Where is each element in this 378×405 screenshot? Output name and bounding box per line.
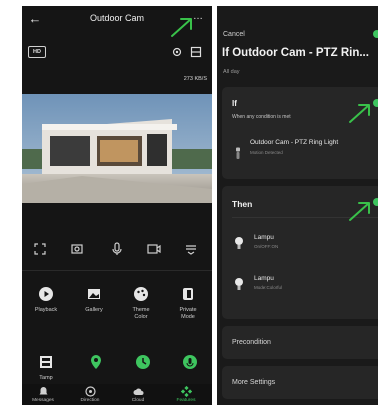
annotation-arrow xyxy=(171,18,192,37)
condition-title: Outdoor Cam - PTZ Ring Light xyxy=(250,139,339,146)
layout-icon[interactable] xyxy=(190,46,202,58)
feature-label: Theme Color xyxy=(132,307,150,320)
bulb-icon xyxy=(235,278,243,290)
fullscreen-icon[interactable] xyxy=(32,241,48,257)
location-pin-icon[interactable] xyxy=(88,354,104,370)
save-dot[interactable] xyxy=(373,30,378,38)
feature-label: Gallery xyxy=(85,307,103,313)
back-arrow-icon[interactable]: ← xyxy=(28,12,42,26)
nav-messages[interactable]: Messages xyxy=(24,386,62,403)
action-subtitle: Mode:Colorful xyxy=(254,285,283,290)
rule-title: If Outdoor Cam - PTZ Rin... xyxy=(222,47,369,59)
tamper-icon xyxy=(40,356,52,368)
action-title: Lampu xyxy=(254,275,274,282)
bell-icon xyxy=(39,387,47,395)
automation-screen: Cancel If Outdoor Cam - PTZ Rin... All d… xyxy=(217,6,378,405)
bottom-navigation: Messages Direction Cloud Features xyxy=(22,384,212,405)
nav-cloud[interactable]: Cloud xyxy=(119,386,157,403)
camera-title: Outdoor Cam xyxy=(89,13,145,23)
feature-label: Tamp xyxy=(39,375,53,381)
bitrate-readout: 273 KB/S xyxy=(183,76,207,82)
voice-icon[interactable] xyxy=(182,354,198,370)
bulb-icon xyxy=(235,237,243,249)
nav-label: Cloud xyxy=(131,398,145,403)
action-subtitle: On/OFF:ON xyxy=(254,244,279,249)
action-title: Lampu xyxy=(254,234,274,241)
camera-live-video[interactable] xyxy=(22,94,212,203)
more-settings-label: More Settings xyxy=(232,379,276,386)
camera-screen: ← Outdoor Cam … HD 273 KB/S Playback Gal… xyxy=(22,6,212,405)
palette-icon xyxy=(134,287,148,301)
play-icon xyxy=(39,287,53,301)
if-heading: If xyxy=(232,99,237,108)
rule-schedule[interactable]: All day xyxy=(223,69,240,75)
annotation-arrow xyxy=(349,202,370,221)
more-settings-row[interactable]: More Settings xyxy=(222,366,378,399)
precondition-label: Precondition xyxy=(232,339,271,346)
condition-subtitle: Motion Detected xyxy=(250,150,283,155)
features-icon xyxy=(180,386,192,397)
nav-label: Messages xyxy=(32,398,54,403)
privacy-icon xyxy=(183,288,193,300)
feature-label: Private Mode xyxy=(179,307,197,320)
timer-icon[interactable] xyxy=(135,354,151,370)
hd-quality-badge[interactable]: HD xyxy=(28,46,46,58)
nav-label: Direction xyxy=(80,398,100,403)
direction-icon xyxy=(84,386,96,397)
camera-control-row xyxy=(22,241,212,261)
add-action-dot[interactable] xyxy=(373,198,378,206)
camera-device-icon xyxy=(236,147,240,159)
cloud-icon xyxy=(133,388,143,395)
gallery-icon xyxy=(88,289,100,299)
nav-label: Features xyxy=(176,398,196,403)
cancel-button[interactable]: Cancel xyxy=(223,31,245,38)
add-condition-dot[interactable] xyxy=(373,99,378,107)
feature-playback[interactable]: Playback xyxy=(24,286,68,314)
feature-private-mode[interactable]: Private Mode xyxy=(166,286,210,320)
precondition-row[interactable]: Precondition xyxy=(222,326,378,359)
expand-menu-icon[interactable] xyxy=(183,241,199,257)
feature-gallery[interactable]: Gallery xyxy=(72,286,116,314)
feature-tamper[interactable]: Tamp xyxy=(24,354,68,382)
microphone-icon[interactable] xyxy=(109,241,125,257)
record-video-icon[interactable] xyxy=(146,241,162,257)
annotation-arrow xyxy=(349,104,370,123)
then-heading: Then xyxy=(232,199,253,209)
feature-theme-color[interactable]: Theme Color xyxy=(119,286,163,320)
feature-label: Playback xyxy=(34,307,58,313)
nav-features[interactable]: Features xyxy=(167,386,205,403)
settings-icon[interactable] xyxy=(171,46,183,58)
nav-direction[interactable]: Direction xyxy=(71,386,109,403)
screenshot-icon[interactable] xyxy=(69,241,85,257)
section-divider xyxy=(22,270,212,271)
if-subheading[interactable]: When any condition is met xyxy=(232,114,291,120)
